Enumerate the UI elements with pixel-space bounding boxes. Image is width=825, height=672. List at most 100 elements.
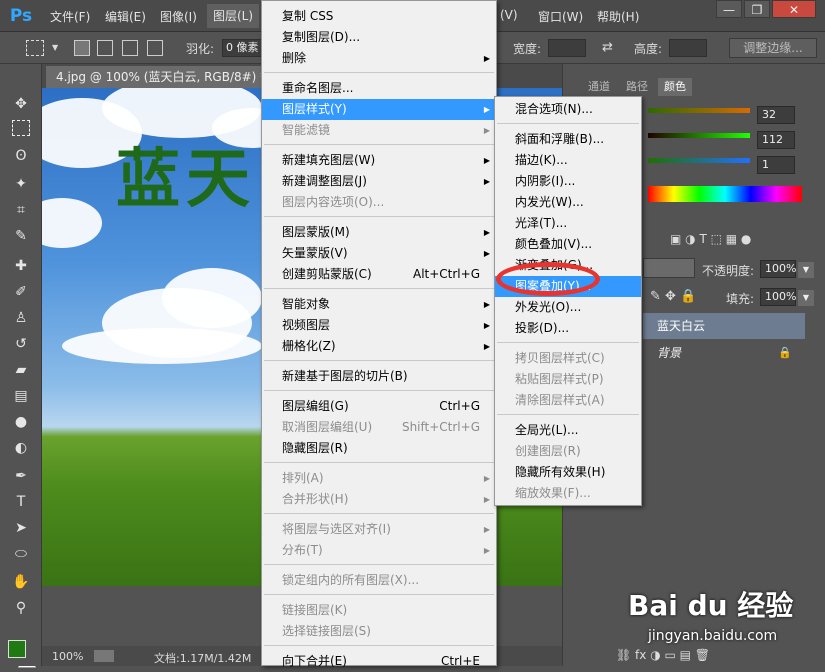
blur-tool-icon[interactable]: ● bbox=[10, 412, 32, 432]
shape-tool-icon[interactable]: ⬭ bbox=[10, 544, 32, 564]
menu-item-smart-filter[interactable]: 智能滤镜 ▶ bbox=[262, 120, 496, 141]
path-selection-icon[interactable]: ➤ bbox=[10, 518, 32, 538]
status-icon[interactable] bbox=[94, 650, 114, 662]
submenu-item-copy-style[interactable]: 拷贝图层样式(C) bbox=[495, 348, 641, 369]
new-selection-icon[interactable] bbox=[74, 40, 90, 56]
submenu-item-blending-options[interactable]: 混合选项(N)... bbox=[495, 99, 641, 120]
chevron-down-icon[interactable]: ▼ bbox=[798, 262, 814, 278]
tab-channels[interactable]: 通道 bbox=[582, 78, 616, 96]
tab-color[interactable]: 颜色 bbox=[658, 78, 692, 96]
fill-input[interactable]: 100% bbox=[760, 288, 796, 306]
history-brush-icon[interactable]: ↺ bbox=[10, 334, 32, 354]
move-tool-icon[interactable]: ✥ bbox=[10, 94, 32, 114]
eyedropper-icon[interactable]: ✎ bbox=[10, 226, 32, 246]
clone-stamp-icon[interactable]: ♙ bbox=[10, 308, 32, 328]
color-spectrum[interactable] bbox=[648, 186, 802, 202]
menu-item-combine-shapes[interactable]: 合并形状(H) ▶ bbox=[262, 489, 496, 510]
menu-item-copy-css[interactable]: 复制 CSS bbox=[262, 6, 496, 27]
swap-icon[interactable]: ⇄ bbox=[602, 40, 613, 55]
menu-item-group-layers[interactable]: 图层编组(G) Ctrl+G bbox=[262, 396, 496, 417]
chevron-down-icon[interactable]: ▼ bbox=[798, 290, 814, 306]
submenu-item-bevel-emboss[interactable]: 斜面和浮雕(B)... bbox=[495, 129, 641, 150]
layer-filter-icons[interactable]: ▣ ◑ T ⬚ ▦ ● bbox=[670, 232, 751, 246]
lock-icons[interactable]: ✎ ✥ 🔒 bbox=[650, 289, 696, 304]
menu-layer[interactable]: 图层(L) bbox=[207, 4, 260, 28]
menu-item-vector-mask[interactable]: 矢量蒙版(V) ▶ bbox=[262, 243, 496, 264]
intersect-selection-icon[interactable] bbox=[147, 40, 163, 56]
menu-image[interactable]: 图像(I) bbox=[160, 8, 197, 25]
close-button[interactable]: ✕ bbox=[772, 0, 816, 18]
subtract-selection-icon[interactable] bbox=[122, 40, 138, 56]
menu-item-rasterize[interactable]: 栅格化(Z) ▶ bbox=[262, 336, 496, 357]
submenu-item-stroke[interactable]: 描边(K)... bbox=[495, 150, 641, 171]
green-slider[interactable] bbox=[648, 133, 750, 138]
submenu-item-outer-glow[interactable]: 外发光(O)... bbox=[495, 297, 641, 318]
menu-item-layer-slice[interactable]: 新建基于图层的切片(B) bbox=[262, 366, 496, 387]
submenu-item-inner-glow[interactable]: 内发光(W)... bbox=[495, 192, 641, 213]
menu-help[interactable]: 帮助(H) bbox=[597, 8, 639, 25]
gradient-tool-icon[interactable]: ▤ bbox=[10, 386, 32, 406]
submenu-item-paste-style[interactable]: 粘贴图层样式(P) bbox=[495, 369, 641, 390]
crop-tool-icon[interactable]: ⌗ bbox=[10, 200, 32, 220]
hand-tool-icon[interactable]: ✋ bbox=[10, 572, 32, 592]
menu-item-lock-all-layers[interactable]: 锁定组内的所有图层(X)... bbox=[262, 570, 496, 591]
zoom-tool-icon[interactable]: ⚲ bbox=[10, 598, 32, 618]
eraser-icon[interactable]: ▰ bbox=[10, 360, 32, 380]
tab-paths[interactable]: 路径 bbox=[620, 78, 654, 96]
red-value[interactable]: 32 bbox=[757, 106, 795, 124]
minimize-button[interactable]: — bbox=[716, 0, 742, 18]
menu-item-smart-object[interactable]: 智能对象 ▶ bbox=[262, 294, 496, 315]
dodge-tool-icon[interactable]: ◐ bbox=[10, 438, 32, 458]
menu-item-rename-layer[interactable]: 重命名图层... bbox=[262, 78, 496, 99]
height-input[interactable] bbox=[669, 39, 707, 57]
submenu-item-scale-effects[interactable]: 缩放效果(F)... bbox=[495, 483, 641, 504]
menu-item-ungroup-layers[interactable]: 取消图层编组(U) Shift+Ctrl+G bbox=[262, 417, 496, 438]
restore-button[interactable]: ❐ bbox=[744, 0, 770, 18]
menu-item-layer-mask[interactable]: 图层蒙版(M) ▶ bbox=[262, 222, 496, 243]
blue-slider[interactable] bbox=[648, 158, 750, 163]
zoom-level[interactable]: 100% bbox=[52, 650, 83, 663]
menu-item-layer-style[interactable]: 图层样式(Y) ▶ bbox=[262, 99, 496, 120]
menu-item-link-layers[interactable]: 链接图层(K) bbox=[262, 600, 496, 621]
menu-item-align-to-selection[interactable]: 将图层与选区对齐(I) ▶ bbox=[262, 519, 496, 540]
magic-wand-icon[interactable]: ✦ bbox=[10, 174, 32, 194]
submenu-item-drop-shadow[interactable]: 投影(D)... bbox=[495, 318, 641, 339]
menu-file[interactable]: 文件(F) bbox=[50, 8, 90, 25]
healing-brush-icon[interactable]: ✚ bbox=[10, 256, 32, 276]
add-selection-icon[interactable] bbox=[97, 40, 113, 56]
menu-edit[interactable]: 编辑(E) bbox=[105, 8, 146, 25]
submenu-item-satin[interactable]: 光泽(T)... bbox=[495, 213, 641, 234]
menu-item-select-linked-layers[interactable]: 选择链接图层(S) bbox=[262, 621, 496, 642]
submenu-item-hide-all-effects[interactable]: 隐藏所有效果(H) bbox=[495, 462, 641, 483]
menu-item-new-fill-layer[interactable]: 新建填充图层(W) ▶ bbox=[262, 150, 496, 171]
type-tool-icon[interactable]: T bbox=[10, 492, 32, 512]
green-value[interactable]: 112 bbox=[757, 131, 795, 149]
submenu-item-inner-shadow[interactable]: 内阴影(I)... bbox=[495, 171, 641, 192]
blue-value[interactable]: 1 bbox=[757, 156, 795, 174]
layer-row-text[interactable]: 蓝天白云 bbox=[643, 313, 805, 339]
submenu-item-create-layer[interactable]: 创建图层(R) bbox=[495, 441, 641, 462]
opacity-input[interactable]: 100% bbox=[760, 260, 796, 278]
menu-item-arrange[interactable]: 排列(A) ▶ bbox=[262, 468, 496, 489]
menu-item-delete[interactable]: 删除 ▶ bbox=[262, 48, 496, 69]
menu-item-new-adjustment-layer[interactable]: 新建调整图层(J) ▶ bbox=[262, 171, 496, 192]
foreground-color-swatch[interactable] bbox=[8, 640, 26, 658]
submenu-item-clear-style[interactable]: 清除图层样式(A) bbox=[495, 390, 641, 411]
marquee-preset-icon[interactable] bbox=[26, 40, 44, 56]
feather-input[interactable]: 0 像素 bbox=[222, 39, 262, 57]
brush-tool-icon[interactable]: ✐ bbox=[10, 282, 32, 302]
width-input[interactable] bbox=[548, 39, 586, 57]
document-tab[interactable]: 4.jpg @ 100% (蓝天白云, RGB/8#) * bbox=[46, 66, 277, 88]
pen-tool-icon[interactable]: ✒ bbox=[10, 466, 32, 486]
menu-item-clipping-mask[interactable]: 创建剪贴蒙版(C) Alt+Ctrl+G bbox=[262, 264, 496, 285]
menu-item-hide-layers[interactable]: 隐藏图层(R) bbox=[262, 438, 496, 459]
menu-item-duplicate-layer[interactable]: 复制图层(D)... bbox=[262, 27, 496, 48]
blend-mode-select[interactable] bbox=[643, 258, 695, 278]
marquee-tool-icon[interactable] bbox=[12, 120, 30, 136]
submenu-item-color-overlay[interactable]: 颜色叠加(V)... bbox=[495, 234, 641, 255]
menu-item-layer-content-options[interactable]: 图层内容选项(O)... bbox=[262, 192, 496, 213]
submenu-item-global-light[interactable]: 全局光(L)... bbox=[495, 420, 641, 441]
chevron-down-icon[interactable]: ▼ bbox=[52, 43, 58, 52]
menu-window[interactable]: 窗口(W) bbox=[538, 8, 583, 25]
menu-item-distribute[interactable]: 分布(T) ▶ bbox=[262, 540, 496, 561]
